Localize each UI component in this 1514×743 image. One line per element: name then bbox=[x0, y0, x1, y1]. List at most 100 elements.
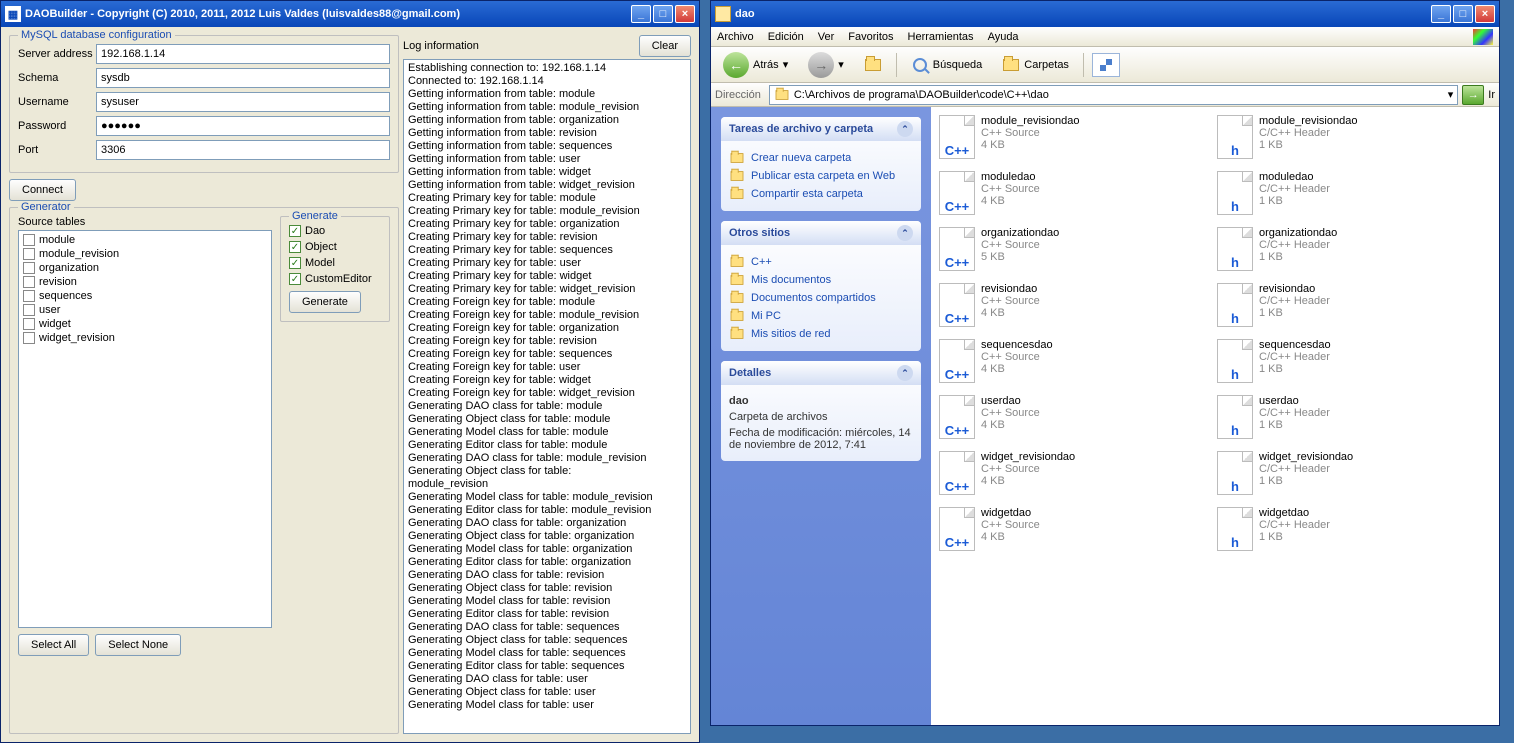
log-output[interactable]: Establishing connection to: 192.168.1.14… bbox=[403, 59, 691, 734]
link-icon bbox=[731, 275, 744, 285]
file-item[interactable]: C++module_revisiondaoC++ Source4 KB bbox=[937, 113, 1215, 169]
file-item[interactable]: hwidgetdaoC/C++ Header1 KB bbox=[1215, 505, 1493, 561]
checkbox-icon[interactable] bbox=[23, 304, 35, 316]
checkbox-icon[interactable] bbox=[23, 290, 35, 302]
maximize-button[interactable]: □ bbox=[653, 5, 673, 23]
table-item[interactable]: widget bbox=[21, 317, 269, 331]
table-item[interactable]: sequences bbox=[21, 289, 269, 303]
file-item[interactable]: huserdaoC/C++ Header1 KB bbox=[1215, 393, 1493, 449]
task-link[interactable]: C++ bbox=[729, 253, 913, 271]
task-link[interactable]: Documentos compartidos bbox=[729, 289, 913, 307]
checkbox-icon[interactable] bbox=[23, 276, 35, 288]
table-item[interactable]: module_revision bbox=[21, 247, 269, 261]
table-item[interactable]: organization bbox=[21, 261, 269, 275]
task-link[interactable]: Mis sitios de red bbox=[729, 325, 913, 343]
connect-button[interactable]: Connect bbox=[9, 179, 76, 201]
back-button[interactable]: ←Atrás▾ bbox=[717, 51, 794, 79]
menu-item[interactable]: Ayuda bbox=[988, 31, 1019, 43]
titlebar[interactable]: dao _ □ × bbox=[711, 1, 1499, 27]
file-size: 4 KB bbox=[981, 363, 1053, 375]
schema-input[interactable] bbox=[96, 68, 390, 88]
file-item[interactable]: horganizationdaoC/C++ Header1 KB bbox=[1215, 225, 1493, 281]
log-label: Log information bbox=[403, 40, 633, 52]
file-item[interactable]: C++revisiondaoC++ Source4 KB bbox=[937, 281, 1215, 337]
db-config-group: MySQL database configuration Server addr… bbox=[9, 35, 399, 173]
menu-item[interactable]: Herramientas bbox=[908, 31, 974, 43]
file-item[interactable]: hwidget_revisiondaoC/C++ Header1 KB bbox=[1215, 449, 1493, 505]
menu-item[interactable]: Archivo bbox=[717, 31, 754, 43]
close-button[interactable]: × bbox=[675, 5, 695, 23]
file-item[interactable]: C++moduledaoC++ Source4 KB bbox=[937, 169, 1215, 225]
tables-listbox[interactable]: modulemodule_revisionorganizationrevisio… bbox=[18, 230, 272, 628]
clear-button[interactable]: Clear bbox=[639, 35, 691, 57]
go-button[interactable]: → bbox=[1462, 85, 1484, 105]
checkbox-checked-icon[interactable]: ✓ bbox=[289, 225, 301, 237]
menu-item[interactable]: Ver bbox=[818, 31, 835, 43]
file-item[interactable]: C++widgetdaoC++ Source4 KB bbox=[937, 505, 1215, 561]
link-label: Crear nueva carpeta bbox=[751, 152, 851, 164]
checkbox-checked-icon[interactable]: ✓ bbox=[289, 241, 301, 253]
file-icon: C++ bbox=[939, 115, 975, 159]
table-name: revision bbox=[39, 276, 77, 288]
task-link[interactable]: Mi PC bbox=[729, 307, 913, 325]
titlebar[interactable]: ▦ DAOBuilder - Copyright (C) 2010, 2011,… bbox=[1, 1, 699, 27]
checkbox-checked-icon[interactable]: ✓ bbox=[289, 273, 301, 285]
task-link[interactable]: Compartir esta carpeta bbox=[729, 185, 913, 203]
views-button[interactable] bbox=[1092, 53, 1120, 77]
db-config-legend: MySQL database configuration bbox=[18, 29, 175, 41]
collapse-icon[interactable]: ⌃ bbox=[897, 121, 913, 137]
close-button[interactable]: × bbox=[1475, 5, 1495, 23]
menu-item[interactable]: Favoritos bbox=[848, 31, 893, 43]
file-item[interactable]: hsequencesdaoC/C++ Header1 KB bbox=[1215, 337, 1493, 393]
collapse-icon[interactable]: ⌃ bbox=[897, 225, 913, 241]
generate-option[interactable]: ✓CustomEditor bbox=[289, 273, 381, 285]
file-size: 1 KB bbox=[1259, 475, 1353, 487]
username-input[interactable] bbox=[96, 92, 390, 112]
checkbox-icon[interactable] bbox=[23, 234, 35, 246]
file-item[interactable]: C++sequencesdaoC++ Source4 KB bbox=[937, 337, 1215, 393]
file-list[interactable]: C++module_revisiondaoC++ Source4 KBhmodu… bbox=[931, 107, 1499, 725]
table-item[interactable]: module bbox=[21, 233, 269, 247]
dropdown-icon[interactable]: ▾ bbox=[1448, 88, 1454, 101]
select-all-button[interactable]: Select All bbox=[18, 634, 89, 656]
checkbox-checked-icon[interactable]: ✓ bbox=[289, 257, 301, 269]
checkbox-icon[interactable] bbox=[23, 318, 35, 330]
file-item[interactable]: hmodule_revisiondaoC/C++ Header1 KB bbox=[1215, 113, 1493, 169]
generate-option[interactable]: ✓Object bbox=[289, 241, 381, 253]
folders-button[interactable]: Carpetas bbox=[996, 51, 1075, 79]
maximize-button[interactable]: □ bbox=[1453, 5, 1473, 23]
checkbox-icon[interactable] bbox=[23, 248, 35, 260]
address-input[interactable]: C:\Archivos de programa\DAOBuilder\code\… bbox=[769, 85, 1458, 105]
generate-option[interactable]: ✓Model bbox=[289, 257, 381, 269]
table-item[interactable]: widget_revision bbox=[21, 331, 269, 345]
generate-option[interactable]: ✓Dao bbox=[289, 225, 381, 237]
checkbox-icon[interactable] bbox=[23, 262, 35, 274]
file-item[interactable]: hmoduledaoC/C++ Header1 KB bbox=[1215, 169, 1493, 225]
collapse-icon[interactable]: ⌃ bbox=[897, 365, 913, 381]
file-item[interactable]: C++userdaoC++ Source4 KB bbox=[937, 393, 1215, 449]
table-item[interactable]: revision bbox=[21, 275, 269, 289]
minimize-button[interactable]: _ bbox=[631, 5, 651, 23]
search-button[interactable]: Búsqueda bbox=[905, 51, 989, 79]
up-button[interactable] bbox=[858, 51, 888, 79]
file-item[interactable]: C++widget_revisiondaoC++ Source4 KB bbox=[937, 449, 1215, 505]
forward-button[interactable]: →▾ bbox=[802, 51, 850, 79]
task-link[interactable]: Crear nueva carpeta bbox=[729, 149, 913, 167]
file-item[interactable]: hrevisiondaoC/C++ Header1 KB bbox=[1215, 281, 1493, 337]
file-size: 1 KB bbox=[1259, 307, 1330, 319]
table-item[interactable]: user bbox=[21, 303, 269, 317]
select-none-button[interactable]: Select None bbox=[95, 634, 181, 656]
file-item[interactable]: C++organizationdaoC++ Source5 KB bbox=[937, 225, 1215, 281]
menu-item[interactable]: Edición bbox=[768, 31, 804, 43]
minimize-button[interactable]: _ bbox=[1431, 5, 1451, 23]
password-input[interactable] bbox=[96, 116, 390, 136]
folder-icon bbox=[715, 6, 731, 22]
task-link[interactable]: Mis documentos bbox=[729, 271, 913, 289]
task-link[interactable]: Publicar esta carpeta en Web bbox=[729, 167, 913, 185]
server-input[interactable] bbox=[96, 44, 390, 64]
file-type: C++ Source bbox=[981, 239, 1059, 251]
file-name: sequencesdao bbox=[1259, 339, 1331, 351]
port-input[interactable] bbox=[96, 140, 390, 160]
checkbox-icon[interactable] bbox=[23, 332, 35, 344]
generate-button[interactable]: Generate bbox=[289, 291, 361, 313]
